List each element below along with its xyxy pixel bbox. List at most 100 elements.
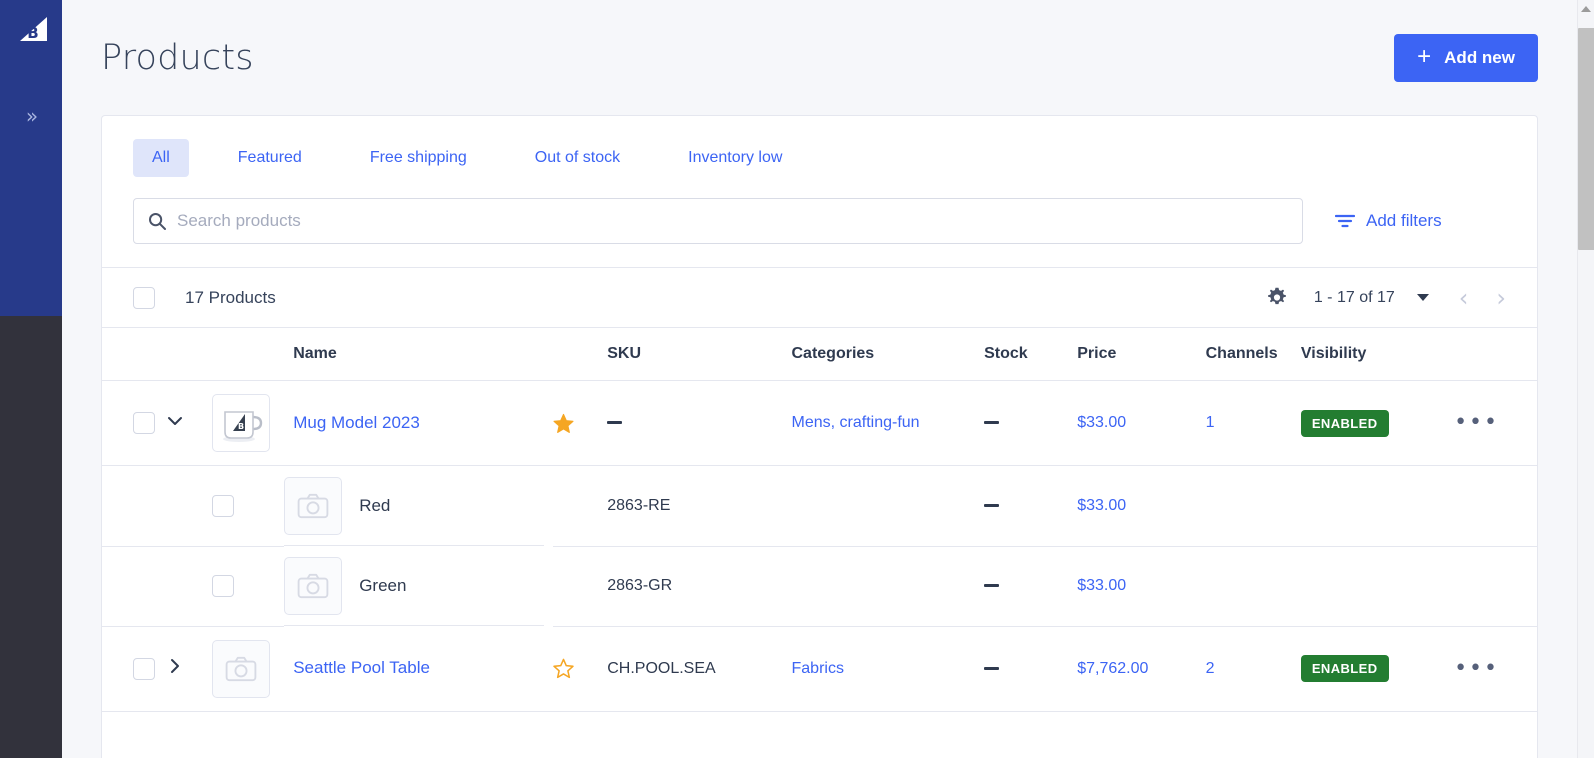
- header-name: Name: [284, 327, 554, 381]
- star-filled-icon[interactable]: [553, 413, 574, 434]
- row-actions-cell: [1454, 465, 1537, 547]
- row-actions-cell: •••: [1454, 626, 1537, 712]
- variant-thumbnail[interactable]: [284, 556, 343, 615]
- add-new-button[interactable]: + Add new: [1394, 33, 1538, 82]
- product-name-link[interactable]: Mug Model 2023: [293, 413, 420, 432]
- header-channels: Channels: [1205, 327, 1301, 381]
- row-thumbnail-cell: B: [211, 380, 285, 466]
- bigcommerce-logo[interactable]: B: [14, 16, 50, 50]
- product-thumbnail[interactable]: B: [211, 394, 270, 452]
- row-stock-cell: [984, 380, 1078, 466]
- price-link[interactable]: $33.00: [1077, 577, 1126, 594]
- row-stock-cell: [984, 626, 1078, 712]
- header-visibility: Visibility: [1300, 327, 1455, 381]
- row-stock-cell: [984, 546, 1078, 627]
- gear-icon[interactable]: [1266, 287, 1288, 309]
- status-badge: ENABLED: [1300, 655, 1389, 682]
- row-checkbox[interactable]: [133, 657, 155, 680]
- search-box[interactable]: [133, 198, 1303, 244]
- row-stock-cell: [984, 465, 1078, 547]
- row-categories-cell: Fabrics: [791, 626, 985, 712]
- stock-empty-dash: [984, 666, 1000, 670]
- price-link[interactable]: $33.00: [1077, 414, 1126, 431]
- status-badge: ENABLED: [1300, 409, 1389, 437]
- filter-tabs: All Featured Free shipping Out of stock …: [102, 116, 1537, 177]
- row-categories-cell: [791, 465, 985, 547]
- prev-page-button[interactable]: ‹: [1459, 286, 1469, 310]
- variant-name: Red: [359, 495, 391, 515]
- star-outline-icon[interactable]: [553, 658, 575, 679]
- camera-placeholder-icon: [297, 573, 329, 598]
- product-thumbnail[interactable]: [211, 639, 270, 698]
- next-page-button[interactable]: ›: [1496, 286, 1506, 310]
- products-card: All Featured Free shipping Out of stock …: [101, 115, 1538, 758]
- pagination-range: 1 - 17 of 17: [1313, 288, 1395, 306]
- scroll-up-arrow-icon[interactable]: [1581, 6, 1591, 12]
- stock-empty-dash: [984, 421, 1000, 425]
- table-row[interactable]: Red 2863-RE $33.00: [102, 465, 1537, 547]
- page-scrollbar[interactable]: [1577, 0, 1594, 758]
- row-featured-cell: [553, 380, 608, 466]
- tab-out-of-stock[interactable]: Out of stock: [516, 139, 639, 177]
- row-actions-menu-icon[interactable]: •••: [1454, 410, 1499, 435]
- categories-link[interactable]: Fabrics: [792, 660, 844, 677]
- chevron-down-icon[interactable]: [166, 412, 184, 435]
- table-row[interactable]: B Mug Model 2023 Mens, crafting-fun $33.…: [102, 380, 1537, 466]
- row-expand-cell: [166, 626, 212, 712]
- camera-placeholder-icon: [225, 656, 257, 681]
- price-link[interactable]: $7,762.00: [1077, 660, 1148, 677]
- page-title: Products: [101, 37, 254, 78]
- row-visibility-cell: ENABLED: [1300, 626, 1455, 712]
- header-stock: Stock: [984, 327, 1078, 381]
- row-sku-cell: 2863-GR: [607, 546, 792, 627]
- search-input[interactable]: [177, 199, 1288, 243]
- row-channels-cell: [1205, 546, 1301, 627]
- row-checkbox[interactable]: [133, 412, 155, 434]
- table-row[interactable]: Seattle Pool Table CH.POOL.SEA Fabrics $…: [102, 626, 1537, 712]
- variant-checkbox[interactable]: [211, 494, 234, 517]
- categories-link[interactable]: Mens, crafting-fun: [792, 414, 920, 431]
- add-new-label: Add new: [1444, 47, 1515, 67]
- row-actions-menu-icon[interactable]: •••: [1454, 656, 1499, 681]
- tab-free-shipping[interactable]: Free shipping: [351, 139, 486, 177]
- sku-empty-dash: [607, 421, 623, 425]
- add-filters-button[interactable]: Add filters: [1334, 211, 1442, 231]
- variant-thumbnail[interactable]: [284, 476, 343, 535]
- tab-featured[interactable]: Featured: [219, 139, 321, 177]
- row-select-cell: [102, 546, 167, 627]
- tab-all[interactable]: All: [133, 139, 189, 177]
- header-price: Price: [1077, 327, 1206, 381]
- products-table: Name SKU Categories Stock Price Channels…: [102, 327, 1537, 712]
- variant-checkbox[interactable]: [211, 575, 234, 597]
- price-link[interactable]: $33.00: [1077, 497, 1126, 514]
- product-count-label: 17 Products: [185, 287, 276, 307]
- row-sku-cell: [607, 380, 792, 466]
- header-expand: [166, 327, 212, 381]
- row-variant-cell: Red: [284, 466, 545, 546]
- product-name-link[interactable]: Seattle Pool Table: [293, 658, 430, 677]
- row-visibility-cell: ENABLED: [1300, 380, 1455, 466]
- row-select-cell-variant: [211, 546, 285, 627]
- chevron-down-icon[interactable]: [1416, 294, 1429, 301]
- sidebar-expand-button[interactable]: »: [0, 100, 62, 132]
- channels-link[interactable]: 2: [1206, 660, 1215, 677]
- chevron-right-icon[interactable]: [166, 657, 184, 680]
- row-name-cell: Mug Model 2023: [284, 380, 554, 466]
- select-all-checkbox[interactable]: [133, 286, 155, 309]
- stock-empty-dash: [984, 584, 1000, 588]
- row-expand-cell: [166, 546, 212, 627]
- row-expand-cell: [166, 465, 212, 547]
- app-root: B » Products + Add new All Featured Free…: [0, 0, 1594, 758]
- row-actions-cell: [1454, 546, 1537, 627]
- toolbar-right: 1 - 17 of 17 ‹ ›: [1266, 286, 1506, 310]
- tab-inventory-low[interactable]: Inventory low: [669, 139, 801, 177]
- row-channels-cell: 2: [1205, 626, 1301, 712]
- table-row[interactable]: Green 2863-GR $33.00: [102, 546, 1537, 627]
- sidebar: B »: [0, 0, 62, 758]
- chevron-double-right-icon: »: [25, 104, 38, 128]
- header-sku: SKU: [607, 327, 792, 381]
- scrollbar-thumb[interactable]: [1578, 28, 1594, 250]
- row-variant-cell: Green: [284, 546, 545, 626]
- channels-link[interactable]: 1: [1206, 414, 1215, 431]
- header-select: [102, 327, 167, 381]
